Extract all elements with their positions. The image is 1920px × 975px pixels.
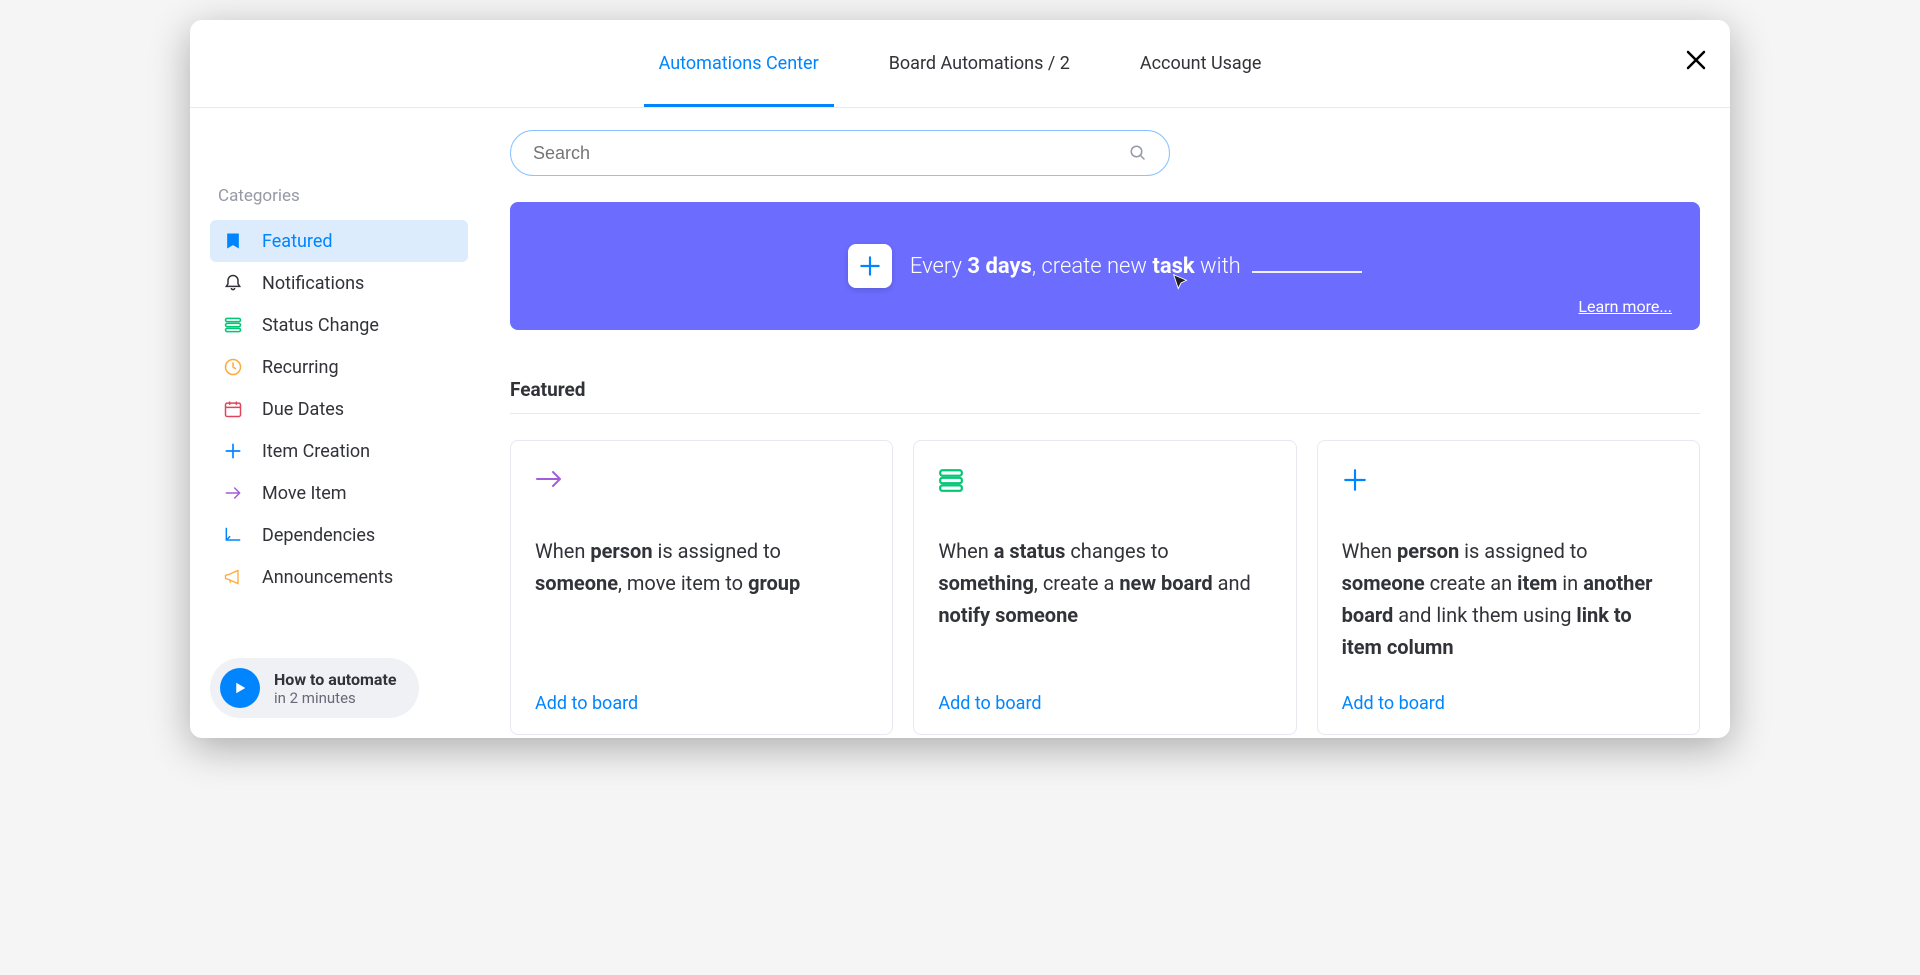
sidebar-item-dependencies[interactable]: Dependencies <box>210 514 468 556</box>
automation-recipe-text: When person is assigned to someone creat… <box>1342 535 1675 663</box>
topbar: Automations Center Board Automations / 2… <box>190 20 1730 108</box>
sidebar-item-move-item[interactable]: Move Item <box>210 472 468 514</box>
plus-icon <box>1342 467 1675 499</box>
add-to-board-link[interactable]: Add to board <box>1342 693 1675 714</box>
play-icon <box>220 668 260 708</box>
cursor-icon <box>1170 272 1192 294</box>
tab-automations-center[interactable]: Automations Center <box>659 20 819 107</box>
automations-center-window: Automations Center Board Automations / 2… <box>190 20 1730 738</box>
sidebar-item-announcements[interactable]: Announcements <box>210 556 468 598</box>
tab-board-automations[interactable]: Board Automations / 2 <box>889 20 1070 107</box>
sidebar-item-label: Due Dates <box>262 399 344 420</box>
automation-card[interactable]: When person is assigned to someone creat… <box>1317 440 1700 735</box>
bookmark-icon <box>222 230 244 252</box>
sidebar-item-label: Item Creation <box>262 441 370 462</box>
howto-button[interactable]: How to automate in 2 minutes <box>210 658 419 718</box>
main: Every 3 days, create new task with Learn… <box>480 108 1730 738</box>
megaphone-icon <box>222 566 244 588</box>
sidebar-item-label: Status Change <box>262 315 379 336</box>
sidebar-item-label: Move Item <box>262 483 347 504</box>
sidebar-item-notifications[interactable]: Notifications <box>210 262 468 304</box>
plus-icon <box>222 440 244 462</box>
automation-card[interactable]: When person is assigned to someone, move… <box>510 440 893 735</box>
status-icon <box>222 314 244 336</box>
sidebar-item-status-change[interactable]: Status Change <box>210 304 468 346</box>
sidebar-item-recurring[interactable]: Recurring <box>210 346 468 388</box>
banner-text: Every 3 days, create new task with <box>910 254 1362 279</box>
search-icon <box>1129 144 1147 162</box>
body: Categories Featured Notifications Status… <box>190 108 1730 738</box>
sidebar-item-item-creation[interactable]: Item Creation <box>210 430 468 472</box>
automation-card[interactable]: When a status changes to something, crea… <box>913 440 1296 735</box>
categories-heading: Categories <box>218 186 468 206</box>
add-to-board-link[interactable]: Add to board <box>938 693 1271 714</box>
sidebar-item-label: Recurring <box>262 357 339 378</box>
tab-account-usage[interactable]: Account Usage <box>1140 20 1261 107</box>
automation-cards: When person is assigned to someone, move… <box>510 440 1700 735</box>
howto-subtitle: in 2 minutes <box>274 689 397 707</box>
close-icon <box>1684 48 1708 72</box>
search-wrap <box>510 130 1170 176</box>
recurring-icon <box>222 356 244 378</box>
status-icon <box>938 467 1271 499</box>
learn-more-link[interactable]: Learn more... <box>1578 297 1672 316</box>
arrow-right-icon <box>535 467 868 499</box>
sidebar: Categories Featured Notifications Status… <box>190 108 480 738</box>
tabs: Automations Center Board Automations / 2… <box>659 20 1262 107</box>
custom-automation-banner[interactable]: Every 3 days, create new task with Learn… <box>510 202 1700 330</box>
bell-icon <box>222 272 244 294</box>
sidebar-item-label: Featured <box>262 231 333 252</box>
section-title: Featured <box>510 378 1700 414</box>
calendar-icon <box>222 398 244 420</box>
sidebar-item-label: Dependencies <box>262 525 375 546</box>
add-to-board-link[interactable]: Add to board <box>535 693 868 714</box>
automation-recipe-text: When a status changes to something, crea… <box>938 535 1271 663</box>
close-button[interactable] <box>1684 48 1708 72</box>
automation-recipe-text: When person is assigned to someone, move… <box>535 535 868 663</box>
sidebar-item-label: Announcements <box>262 567 393 588</box>
howto-title: How to automate <box>274 670 397 689</box>
arrow-right-icon <box>222 482 244 504</box>
sidebar-item-label: Notifications <box>262 273 364 294</box>
dependencies-icon <box>222 524 244 546</box>
search-input[interactable] <box>533 143 1129 164</box>
banner-plus-icon <box>848 244 892 288</box>
sidebar-item-featured[interactable]: Featured <box>210 220 468 262</box>
sidebar-item-due-dates[interactable]: Due Dates <box>210 388 468 430</box>
